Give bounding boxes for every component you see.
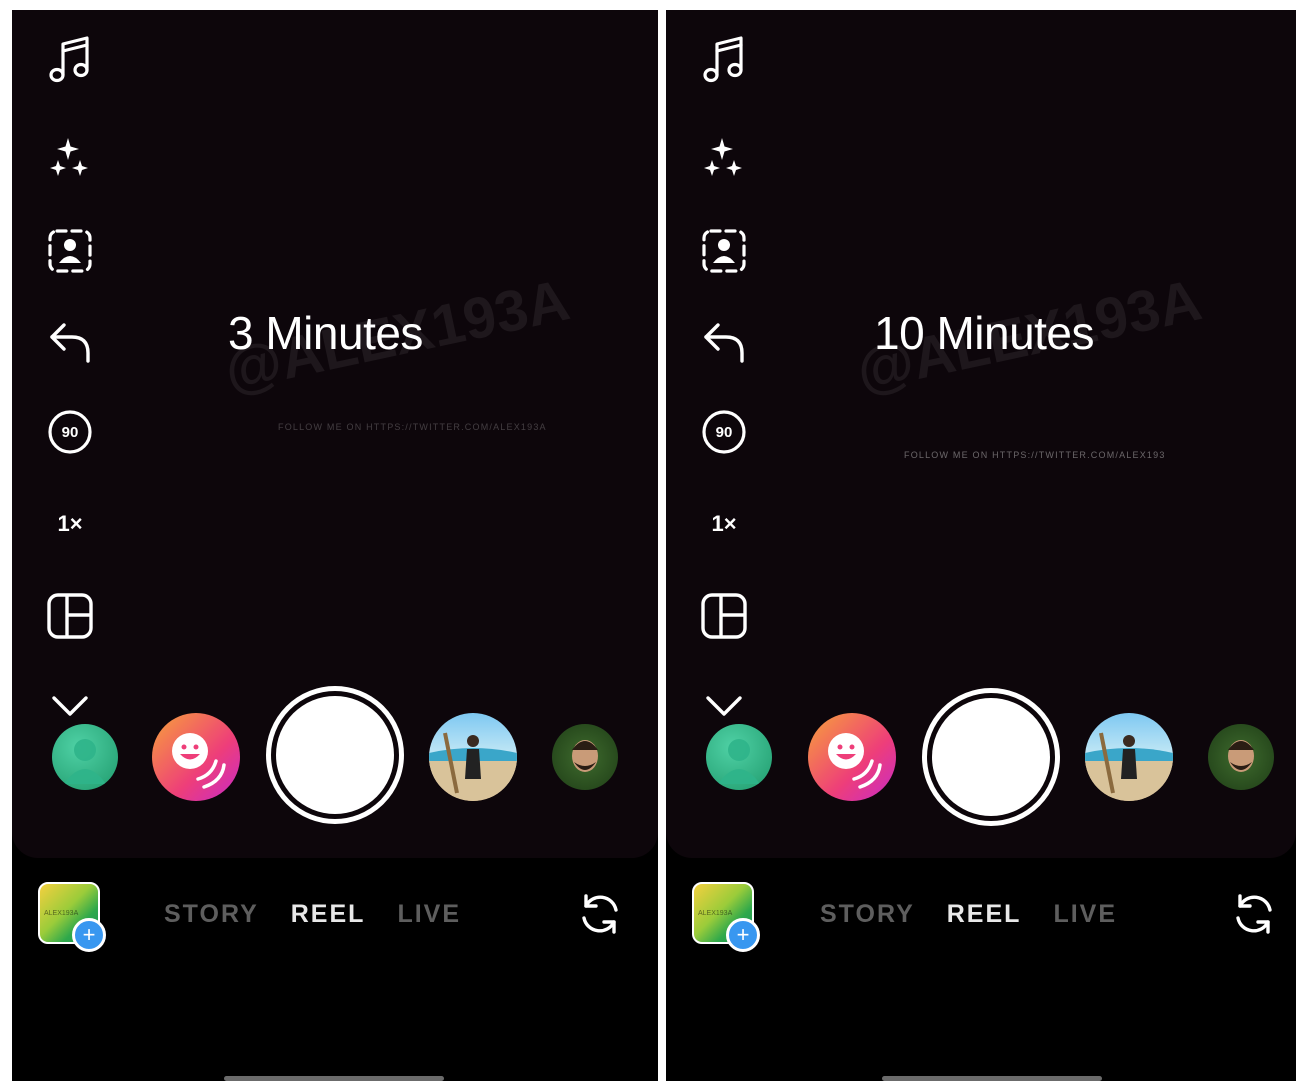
- home-indicator: [224, 1076, 444, 1081]
- effects-sparkle-icon[interactable]: [694, 130, 754, 190]
- timer-label: 90: [61, 423, 79, 441]
- gallery-thumbnail[interactable]: ALEX193A +: [692, 882, 760, 952]
- watermark-follow-text: FOLLOW ME ON HTTPS://TWITTER.COM/ALEX193: [904, 450, 1166, 460]
- screen-3-minutes: 90 1× @ALEX193A 3 Minutes FOLLOW ME ON H…: [12, 10, 658, 1081]
- smile-face-icon: [828, 733, 882, 789]
- green-screen-icon[interactable]: [694, 221, 754, 281]
- music-icon[interactable]: [40, 30, 100, 90]
- shutter-inner: [276, 696, 394, 814]
- beach-person-image: [1085, 732, 1173, 801]
- layout-icon[interactable]: [694, 586, 754, 646]
- add-plus-icon[interactable]: +: [72, 918, 106, 952]
- effect-emoji-sticker[interactable]: [152, 713, 240, 801]
- mode-story[interactable]: STORY: [164, 900, 259, 929]
- effect-face-filter[interactable]: [1208, 724, 1274, 790]
- person-silhouette-icon: [718, 739, 760, 784]
- record-shutter-button[interactable]: [266, 686, 404, 824]
- speed-label: 1×: [57, 511, 83, 536]
- smile-face-icon: [172, 733, 226, 789]
- effect-avatar-green[interactable]: [52, 724, 118, 790]
- gallery-thumbnail[interactable]: ALEX193A +: [38, 882, 106, 952]
- mode-live[interactable]: LIVE: [397, 900, 461, 929]
- beach-person-image: [429, 732, 517, 801]
- speed-label: 1×: [711, 511, 737, 536]
- record-shutter-button[interactable]: [922, 688, 1060, 826]
- person-silhouette-icon: [64, 739, 106, 784]
- effect-avatar-green[interactable]: [706, 724, 772, 790]
- undo-icon[interactable]: [694, 312, 754, 372]
- duration-label: 10 Minutes: [874, 307, 1095, 359]
- camera-viewfinder[interactable]: 90 1× @ALEX193A 10 Minutes FOLLOW ME ON …: [666, 10, 1296, 858]
- shutter-inner: [932, 698, 1050, 816]
- face-portrait-image: [572, 740, 598, 772]
- mode-reel[interactable]: REEL: [291, 900, 366, 929]
- undo-icon[interactable]: [40, 312, 100, 372]
- speed-button[interactable]: 1×: [40, 494, 100, 554]
- duration-label: 3 Minutes: [228, 307, 423, 359]
- effect-face-filter[interactable]: [552, 724, 618, 790]
- add-plus-icon[interactable]: +: [726, 918, 760, 952]
- capture-mode-selector: STORY REEL LIVE: [164, 900, 461, 929]
- effect-emoji-sticker[interactable]: [808, 713, 896, 801]
- camera-viewfinder[interactable]: 90 1× @ALEX193A 3 Minutes FOLLOW ME ON H…: [12, 10, 658, 858]
- gallery-thumbnail-label: ALEX193A: [44, 910, 79, 917]
- flip-camera-icon[interactable]: [576, 890, 624, 938]
- effects-sparkle-icon[interactable]: [40, 130, 100, 190]
- mode-reel[interactable]: REEL: [947, 900, 1022, 929]
- layout-icon[interactable]: [40, 586, 100, 646]
- timer-label: 90: [715, 423, 733, 441]
- effect-beach-photo[interactable]: [429, 713, 517, 801]
- gallery-thumbnail-label: ALEX193A: [698, 910, 733, 917]
- flip-camera-icon[interactable]: [1230, 890, 1278, 938]
- timer-icon[interactable]: 90: [694, 402, 754, 462]
- mode-live[interactable]: LIVE: [1053, 900, 1117, 929]
- timer-icon[interactable]: 90: [40, 402, 100, 462]
- green-screen-icon[interactable]: [40, 221, 100, 281]
- face-portrait-image: [1228, 740, 1254, 772]
- effect-beach-photo[interactable]: [1085, 713, 1173, 801]
- capture-mode-selector: STORY REEL LIVE: [820, 900, 1117, 929]
- mode-story[interactable]: STORY: [820, 900, 915, 929]
- music-icon[interactable]: [694, 30, 754, 90]
- speed-button[interactable]: 1×: [694, 494, 754, 554]
- home-indicator: [882, 1076, 1102, 1081]
- watermark-follow-text: FOLLOW ME ON HTTPS://TWITTER.COM/ALEX193…: [278, 422, 547, 432]
- screen-10-minutes: 90 1× @ALEX193A 10 Minutes FOLLOW ME ON …: [666, 10, 1296, 1081]
